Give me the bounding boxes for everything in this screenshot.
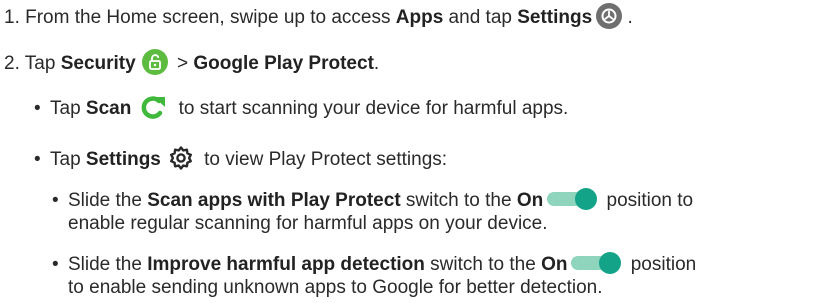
- improve-prefix: Slide the: [68, 254, 148, 275]
- scan-apps-prefix: Slide the: [68, 190, 148, 211]
- scan-apps-suffix: position to: [601, 190, 694, 211]
- improve-switch-name: Improve harmful app detection: [147, 254, 425, 275]
- scan-suffix: to start scanning your device for harmfu…: [173, 98, 569, 119]
- sub-bullet-scan-apps-continuation: enable regular scanning for harmful apps…: [68, 213, 548, 234]
- sub-bullet-scan-apps: • Slide the Scan apps with Play Protect s…: [52, 188, 694, 213]
- improve-on-label: On: [541, 254, 568, 275]
- step-1-suffix: .: [622, 7, 633, 28]
- settings-gear-icon: [167, 145, 195, 171]
- step-1: 1. From the Home screen, swipe up to acc…: [4, 2, 633, 30]
- settings-label: Settings: [517, 7, 593, 28]
- settings-app-icon: [596, 2, 623, 29]
- step-2-suffix: .: [373, 53, 380, 74]
- toggle-on-icon: [571, 252, 622, 275]
- improve-suffix: position: [625, 254, 697, 275]
- step-2: 2. Tap Security > Google Play Protect.: [4, 48, 380, 76]
- step-2-prefix: 2. Tap: [4, 53, 61, 74]
- sub-bullet-improve-continuation: to enable sending unknown apps to Google…: [68, 277, 603, 298]
- security-lock-icon: [141, 48, 168, 75]
- settings-suffix: to view Play Protect settings:: [198, 149, 448, 170]
- scan-apps-on-label: On: [516, 190, 544, 211]
- toggle-thumb: [575, 188, 598, 211]
- bullet-marker: •: [34, 149, 41, 170]
- sub-bullet-marker: •: [52, 190, 59, 211]
- bullet-settings: • Tap Settings to view Play Protect setti…: [34, 145, 448, 172]
- sub-bullet-marker: •: [52, 254, 59, 275]
- step-1-prefix: 1. From the Home screen, swipe up to acc…: [4, 7, 396, 28]
- bullet-scan: • Tap Scan to start scanning your device …: [34, 94, 569, 121]
- settings-bullet-label: Settings: [85, 149, 161, 170]
- step-2-separator: >: [171, 53, 194, 74]
- scan-apps-switch-name: Scan apps with Play Protect: [147, 190, 401, 211]
- scan-prefix: Tap: [50, 98, 86, 119]
- toggle-thumb: [599, 252, 622, 275]
- sub-bullet-improve: • Slide the Improve harmful app detection…: [52, 252, 697, 277]
- settings-prefix: Tap: [50, 149, 86, 170]
- scan-label: Scan: [85, 98, 132, 119]
- step-1-middle: and tap: [443, 7, 518, 28]
- bullet-marker: •: [34, 98, 41, 119]
- security-label: Security: [60, 53, 136, 74]
- scan-apps-middle: switch to the: [400, 190, 517, 211]
- apps-label: Apps: [395, 7, 444, 28]
- improve-middle: switch to the: [424, 254, 542, 275]
- scan-refresh-icon: [135, 94, 169, 120]
- toggle-on-icon: [547, 188, 598, 211]
- google-play-protect-label: Google Play Protect: [193, 53, 374, 74]
